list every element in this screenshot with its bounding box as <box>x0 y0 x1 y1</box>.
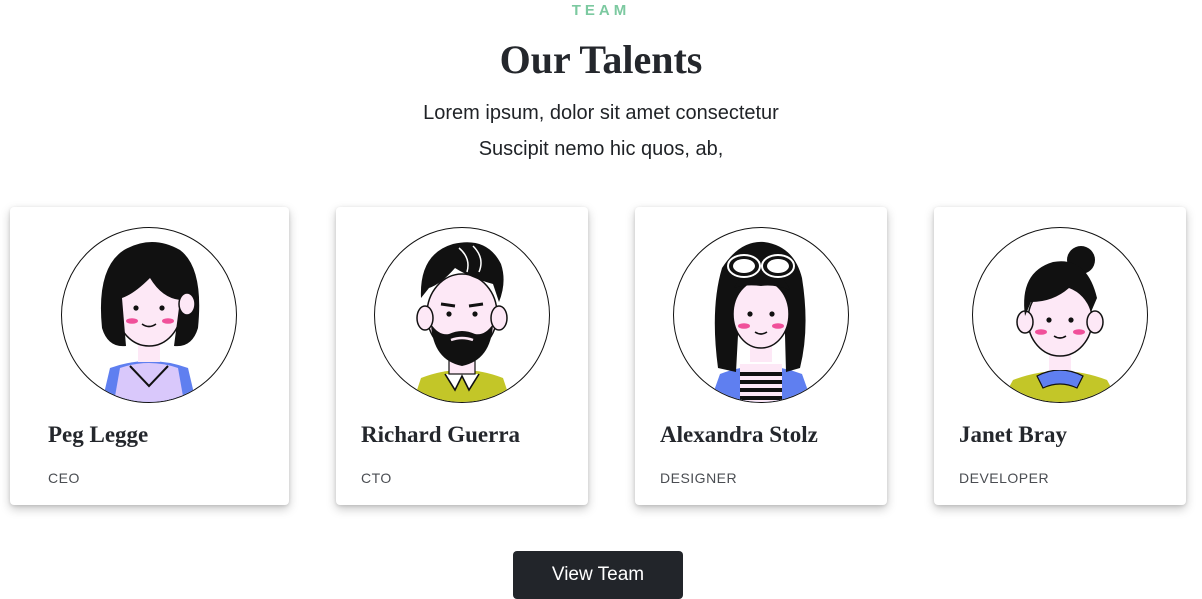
team-card-janet-bray: Janet Bray DEVELOPER <box>934 207 1186 505</box>
member-name: Janet Bray <box>959 422 1067 447</box>
section-subtitle-line-1: Lorem ipsum, dolor sit amet consectetur <box>423 102 779 124</box>
member-role: DESIGNER <box>660 470 738 486</box>
woman-bun-avatar-icon <box>972 227 1148 403</box>
team-card-richard-guerra: Richard Guerra CTO <box>336 207 588 505</box>
member-name: Alexandra Stolz <box>660 422 818 447</box>
section-title: Our Talents <box>499 37 703 82</box>
member-role: CTO <box>361 470 392 486</box>
member-name: Richard Guerra <box>361 422 521 447</box>
section-subtitle-line-2: Suscipit nemo hic quos, ab, <box>478 138 724 160</box>
bearded-man-avatar-icon <box>374 227 550 403</box>
view-team-button[interactable]: View Team <box>513 551 683 599</box>
member-role: CEO <box>48 470 80 486</box>
team-card-alexandra-stolz: Alexandra Stolz DESIGNER <box>635 207 887 505</box>
woman-glasses-long-hair-avatar-icon <box>673 227 849 403</box>
member-role: DEVELOPER <box>959 470 1050 486</box>
section-eyebrow: TEAM <box>571 2 631 19</box>
woman-bob-haircut-avatar-icon <box>61 227 237 403</box>
member-name: Peg Legge <box>48 422 149 447</box>
team-card-peg-legge: Peg Legge CEO <box>10 207 289 505</box>
